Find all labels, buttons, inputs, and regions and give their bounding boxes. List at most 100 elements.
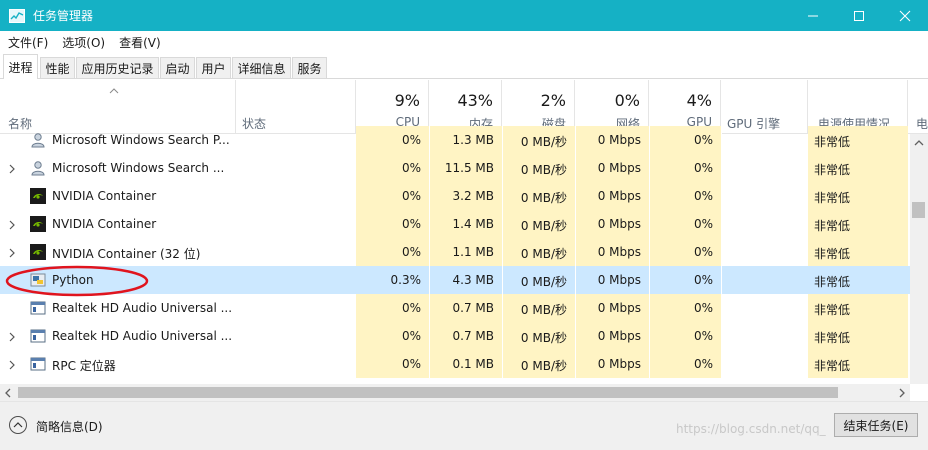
column-divider xyxy=(502,154,503,182)
process-name: Microsoft Windows Search ... xyxy=(52,161,225,175)
row-network: 0 Mbps xyxy=(597,133,641,147)
process-row[interactable]: NVIDIA Container 0% 1.4 MB 0 MB/秒 0 Mbps 0% 非常… xyxy=(0,210,910,238)
row-cpu: 0% xyxy=(401,189,421,203)
row-gpu: 0% xyxy=(693,273,713,287)
row-disk: 0 MB/秒 xyxy=(520,247,567,261)
expand-chevron-icon[interactable] xyxy=(9,163,15,177)
process-row[interactable]: NVIDIA Container 0% 3.2 MB 0 MB/秒 0 Mbps 0% 非常… xyxy=(0,182,910,210)
row-cpu: 0% xyxy=(401,133,421,147)
close-button[interactable] xyxy=(882,0,928,31)
gpu-percent: 4% xyxy=(686,91,712,110)
cpu-percent: 9% xyxy=(394,91,420,110)
vertical-scroll-thumb[interactable] xyxy=(912,202,925,218)
column-divider xyxy=(429,294,430,322)
horizontal-scroll-thumb[interactable] xyxy=(18,387,838,398)
tab-app-history[interactable]: 应用历史记录 xyxy=(76,57,159,78)
row-disk: 0 MB/秒 xyxy=(520,275,567,289)
tab-bar: 进程 性能 应用历史记录 启动 用户 详细信息 服务 xyxy=(0,53,928,79)
expand-chevron-icon[interactable] xyxy=(9,331,15,345)
nvidia-icon xyxy=(30,244,46,260)
tab-users[interactable]: 用户 xyxy=(196,57,231,78)
horizontal-scrollbar[interactable] xyxy=(0,384,910,401)
menu-bar: 文件(F) 选项(O) 查看(V) xyxy=(0,31,928,53)
vertical-scrollbar[interactable] xyxy=(910,134,928,384)
process-row[interactable]: Microsoft Windows Search ... 0% 11.5 MB 0 M… xyxy=(0,154,910,182)
column-divider xyxy=(429,126,430,154)
column-divider xyxy=(721,154,722,182)
maximize-icon xyxy=(854,10,864,21)
row-power-usage: 非常低 xyxy=(814,219,851,233)
column-divider xyxy=(575,182,576,210)
process-name: RPC 定位器 xyxy=(52,359,116,373)
scroll-right-icon[interactable] xyxy=(899,388,905,398)
row-memory: 1.3 MB xyxy=(452,133,494,147)
menu-options[interactable]: 选项(O) xyxy=(54,34,111,51)
row-disk: 0 MB/秒 xyxy=(520,359,567,373)
process-row[interactable]: Microsoft Windows Search P... 0% 1.3 MB 0 M… xyxy=(0,126,910,154)
row-network: 0 Mbps xyxy=(597,245,641,259)
column-divider xyxy=(502,182,503,210)
column-divider xyxy=(649,322,650,350)
row-power-usage: 非常低 xyxy=(814,247,851,261)
minimize-button[interactable] xyxy=(790,0,836,31)
expand-chevron-icon[interactable] xyxy=(9,247,15,261)
process-row[interactable]: NVIDIA Container (32 位) 0% 1.1 MB 0 MB/秒 0 M… xyxy=(0,238,910,266)
title-bar: 任务管理器 xyxy=(0,0,928,31)
row-disk: 0 MB/秒 xyxy=(520,163,567,177)
app-window-icon xyxy=(30,300,46,316)
process-row[interactable]: RPC 定位器 0% 0.1 MB 0 MB/秒 0 Mbps 0% 非常低 xyxy=(0,350,910,378)
column-divider xyxy=(721,238,722,266)
column-divider xyxy=(502,294,503,322)
tab-processes[interactable]: 进程 xyxy=(3,54,38,79)
row-disk: 0 MB/秒 xyxy=(520,135,567,149)
column-divider xyxy=(649,350,650,378)
scroll-left-icon[interactable] xyxy=(5,388,11,398)
fewer-details-button[interactable] xyxy=(9,416,27,434)
row-memory: 0.7 MB xyxy=(452,329,494,343)
column-divider xyxy=(575,266,576,294)
column-divider xyxy=(429,266,430,294)
tab-services[interactable]: 服务 xyxy=(292,57,327,78)
column-divider xyxy=(429,210,430,238)
row-disk: 0 MB/秒 xyxy=(520,331,567,345)
column-divider xyxy=(721,294,722,322)
row-power-usage: 非常低 xyxy=(814,359,851,373)
row-memory: 4.3 MB xyxy=(452,273,494,287)
column-divider xyxy=(575,154,576,182)
row-network: 0 Mbps xyxy=(597,161,641,175)
fewer-details-label[interactable]: 简略信息(D) xyxy=(36,418,103,435)
row-cpu: 0% xyxy=(401,301,421,315)
row-memory: 1.1 MB xyxy=(452,245,494,259)
row-disk: 0 MB/秒 xyxy=(520,191,567,205)
column-divider xyxy=(502,322,503,350)
minimize-icon xyxy=(808,15,818,16)
tab-performance[interactable]: 性能 xyxy=(40,57,75,78)
column-divider xyxy=(721,182,722,210)
process-row[interactable]: Realtek HD Audio Universal ... 0% 0.7 MB 0 … xyxy=(0,322,910,350)
nvidia-icon xyxy=(30,216,46,232)
column-divider xyxy=(649,294,650,322)
column-power-trend[interactable]: 电 xyxy=(908,80,928,134)
expand-chevron-icon[interactable] xyxy=(9,219,15,233)
column-divider xyxy=(649,182,650,210)
process-name: NVIDIA Container xyxy=(52,189,157,203)
row-gpu: 0% xyxy=(693,245,713,259)
tab-startup[interactable]: 启动 xyxy=(160,57,195,78)
menu-file[interactable]: 文件(F) xyxy=(0,34,54,51)
column-divider xyxy=(429,154,430,182)
column-divider xyxy=(502,126,503,154)
row-network: 0 Mbps xyxy=(597,329,641,343)
scroll-up-icon[interactable] xyxy=(914,140,924,146)
process-name: Realtek HD Audio Universal ... xyxy=(52,329,233,343)
row-memory: 11.5 MB xyxy=(444,161,494,175)
maximize-button[interactable] xyxy=(836,0,882,31)
window-title: 任务管理器 xyxy=(33,9,94,23)
tab-details[interactable]: 详细信息 xyxy=(232,57,291,78)
end-task-button[interactable]: 结束任务(E) xyxy=(834,413,918,437)
menu-view[interactable]: 查看(V) xyxy=(111,34,167,51)
column-divider xyxy=(721,210,722,238)
column-divider xyxy=(575,238,576,266)
row-cpu: 0% xyxy=(401,217,421,231)
row-gpu: 0% xyxy=(693,133,713,147)
expand-chevron-icon[interactable] xyxy=(9,359,15,373)
